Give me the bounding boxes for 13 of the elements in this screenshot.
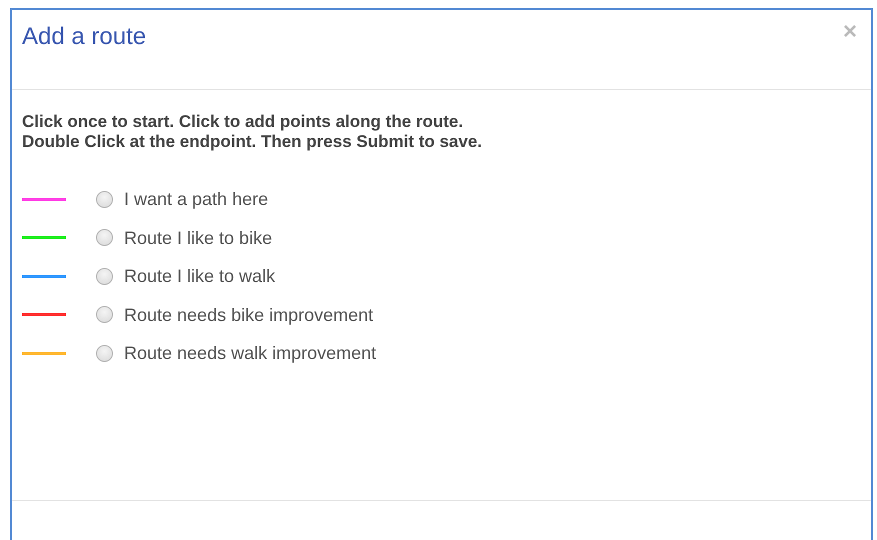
close-button[interactable]: × xyxy=(840,22,859,42)
instructions-text: Click once to start. Click to add points along the route. Double Click at the endpoint. Then press Submit to save. xyxy=(22,112,484,152)
radio-button[interactable] xyxy=(96,268,113,285)
radio-button[interactable] xyxy=(96,190,113,208)
dialog-title: Add a route xyxy=(22,22,146,52)
option-label: Route needs walk improvement xyxy=(124,343,376,364)
radio-button[interactable] xyxy=(96,306,113,324)
option-label: Route I like to walk xyxy=(124,266,276,286)
radio-button[interactable] xyxy=(96,344,113,362)
option-label: Route needs bike improvement xyxy=(124,304,374,325)
option-label: Route I like to bike xyxy=(124,228,272,248)
option-label: I want a path here xyxy=(124,189,268,210)
radio-button[interactable] xyxy=(96,229,113,246)
